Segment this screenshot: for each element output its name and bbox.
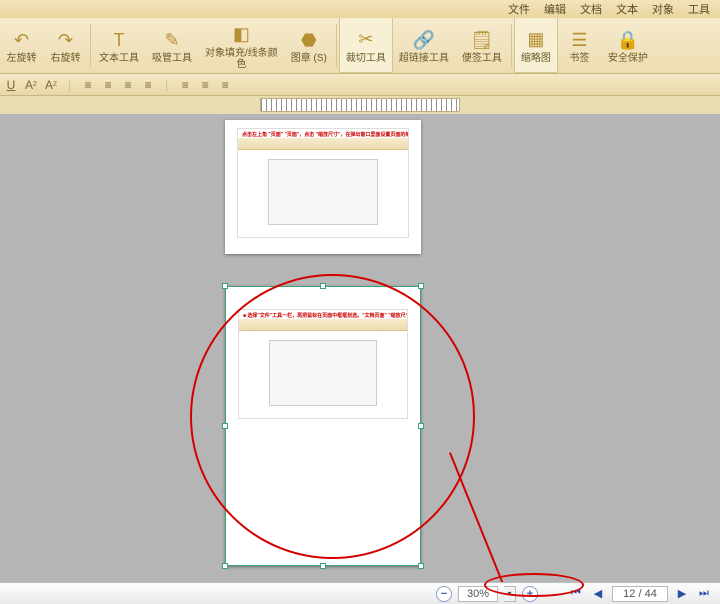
security-icon: 🔒 <box>617 29 639 51</box>
separator <box>336 24 337 67</box>
valign-middle-button[interactable]: ≡ <box>198 78 212 92</box>
embedded-screenshot: ■ 选择"文件"工具一栏，再把鼠标在页面中框框划选。"文档页面" "缩放尺寸"，… <box>238 309 408 419</box>
resize-handle[interactable] <box>222 283 228 289</box>
resize-handle[interactable] <box>418 283 424 289</box>
resize-handle[interactable] <box>418 563 424 569</box>
underline-button[interactable]: U <box>4 78 18 92</box>
crop-label: 裁切工具 <box>346 53 386 64</box>
fill-stroke-button[interactable]: ◧ 对象填充/线条颜 色 <box>199 18 285 73</box>
status-bar: − 30% ▾ + ⏮ ◀ 12 / 44 ▶ ⏭ <box>0 582 720 604</box>
horizontal-ruler[interactable] <box>260 98 460 112</box>
hyperlink-icon: 🔗 <box>413 29 435 51</box>
thumbnails-button[interactable]: ▦ 缩略图 <box>514 18 558 73</box>
hyperlink-label: 超链接工具 <box>399 53 449 64</box>
zoom-value[interactable]: 30% <box>458 586 498 602</box>
last-page-button[interactable]: ⏭ <box>696 587 712 601</box>
ribbon-toolbar: ↶ 左旋转 ↷ 右旋转 T 文本工具 ✎ 吸管工具 ◧ 对象填充/线条颜 色 ⬣… <box>0 18 720 74</box>
thumbnails-label: 缩略图 <box>521 53 551 64</box>
rotate-right-label: 右旋转 <box>51 53 81 64</box>
align-justify-button[interactable]: ≡ <box>141 78 155 92</box>
resize-handle[interactable] <box>222 423 228 429</box>
crop-button[interactable]: ✂ 裁切工具 <box>339 18 393 73</box>
security-button[interactable]: 🔒 安全保护 <box>602 18 655 73</box>
label: A <box>25 78 33 92</box>
crop-icon: ✂ <box>355 29 377 51</box>
text-tool-button[interactable]: T 文本工具 <box>93 18 146 73</box>
next-page-button[interactable]: ▶ <box>674 587 690 601</box>
align-center-button[interactable]: ≡ <box>101 78 115 92</box>
stamp-label: 图章 (S) <box>291 53 327 64</box>
menu-doc[interactable]: 文档 <box>580 1 602 17</box>
format-bar: U A2 A2 | ≡ ≡ ≡ ≡ | ≡ ≡ ≡ <box>0 74 720 96</box>
security-label: 安全保护 <box>608 53 648 64</box>
rotate-left-icon: ↶ <box>11 29 33 51</box>
annotation-arrow-line <box>449 452 545 582</box>
zoom-dropdown[interactable]: ▾ <box>504 586 516 602</box>
total-pages: 44 <box>645 588 657 600</box>
bookmarks-button[interactable]: ☰ 书签 <box>558 18 602 73</box>
zoom-in-button[interactable]: + <box>522 586 538 602</box>
page-preview-2-selected[interactable]: ■ 选择"文件"工具一栏，再把鼠标在页面中框框划选。"文档页面" "缩放尺寸"，… <box>225 286 421 566</box>
rotate-left-button[interactable]: ↶ 左旋转 <box>0 18 44 73</box>
fill-stroke-label: 对象填充/线条颜 色 <box>205 48 278 70</box>
label: A <box>45 78 53 92</box>
resize-handle[interactable] <box>418 423 424 429</box>
thumbnails-icon: ▦ <box>525 29 547 51</box>
embedded-screenshot: 点击左上角 "页面" "页面"，点击 "缩放尺寸"，在弹出窗口里面设置页面的缩放… <box>237 128 409 238</box>
hyperlink-button[interactable]: 🔗 超链接工具 <box>393 18 456 73</box>
fill-stroke-icon: ◧ <box>230 24 252 46</box>
resize-handle[interactable] <box>320 563 326 569</box>
separator <box>511 24 512 67</box>
rotate-right-button[interactable]: ↷ 右旋转 <box>44 18 88 73</box>
eyedropper-label: 吸管工具 <box>152 53 192 64</box>
page-indicator[interactable]: 12 / 44 <box>612 586 668 602</box>
superscript-button[interactable]: A2 <box>24 78 38 92</box>
resize-handle[interactable] <box>222 563 228 569</box>
menu-bar: 文件 编辑 文档 文本 对象 工具 <box>0 0 720 18</box>
resize-handle[interactable] <box>320 283 326 289</box>
note-label: 便签工具 <box>462 53 502 64</box>
separator <box>90 24 91 67</box>
bookmarks-label: 书签 <box>569 53 589 64</box>
prev-page-button[interactable]: ◀ <box>590 587 606 601</box>
text-tool-label: 文本工具 <box>99 53 139 64</box>
rotate-left-label: 左旋转 <box>7 53 37 64</box>
current-page: 12 <box>623 588 635 600</box>
text-tool-icon: T <box>108 29 130 51</box>
align-left-button[interactable]: ≡ <box>81 78 95 92</box>
note-icon: 🗒 <box>471 29 493 51</box>
stamp-icon: ⬣ <box>298 29 320 51</box>
first-page-button[interactable]: ⏮ <box>568 587 584 601</box>
bookmarks-icon: ☰ <box>568 29 590 51</box>
eyedropper-icon: ✎ <box>161 29 183 51</box>
page-separator: / <box>638 588 641 600</box>
menu-edit[interactable]: 编辑 <box>544 1 566 17</box>
valign-bottom-button[interactable]: ≡ <box>218 78 232 92</box>
menu-object[interactable]: 对象 <box>652 1 674 17</box>
eyedropper-button[interactable]: ✎ 吸管工具 <box>146 18 199 73</box>
page-preview-1[interactable]: 点击左上角 "页面" "页面"，点击 "缩放尺寸"，在弹出窗口里面设置页面的缩放… <box>225 120 421 254</box>
ruler-area <box>0 96 720 114</box>
document-canvas[interactable]: 点击左上角 "页面" "页面"，点击 "缩放尺寸"，在弹出窗口里面设置页面的缩放… <box>0 114 720 582</box>
menu-tools[interactable]: 工具 <box>688 1 710 17</box>
menu-file[interactable]: 文件 <box>508 1 530 17</box>
menu-text[interactable]: 文本 <box>616 1 638 17</box>
zoom-out-button[interactable]: − <box>436 586 452 602</box>
subscript-button[interactable]: A2 <box>44 78 58 92</box>
note-button[interactable]: 🗒 便签工具 <box>456 18 509 73</box>
sub: 2 <box>53 81 57 88</box>
align-right-button[interactable]: ≡ <box>121 78 135 92</box>
stamp-button[interactable]: ⬣ 图章 (S) <box>285 18 334 73</box>
sup: 2 <box>33 81 37 88</box>
valign-top-button[interactable]: ≡ <box>178 78 192 92</box>
rotate-right-icon: ↷ <box>55 29 77 51</box>
